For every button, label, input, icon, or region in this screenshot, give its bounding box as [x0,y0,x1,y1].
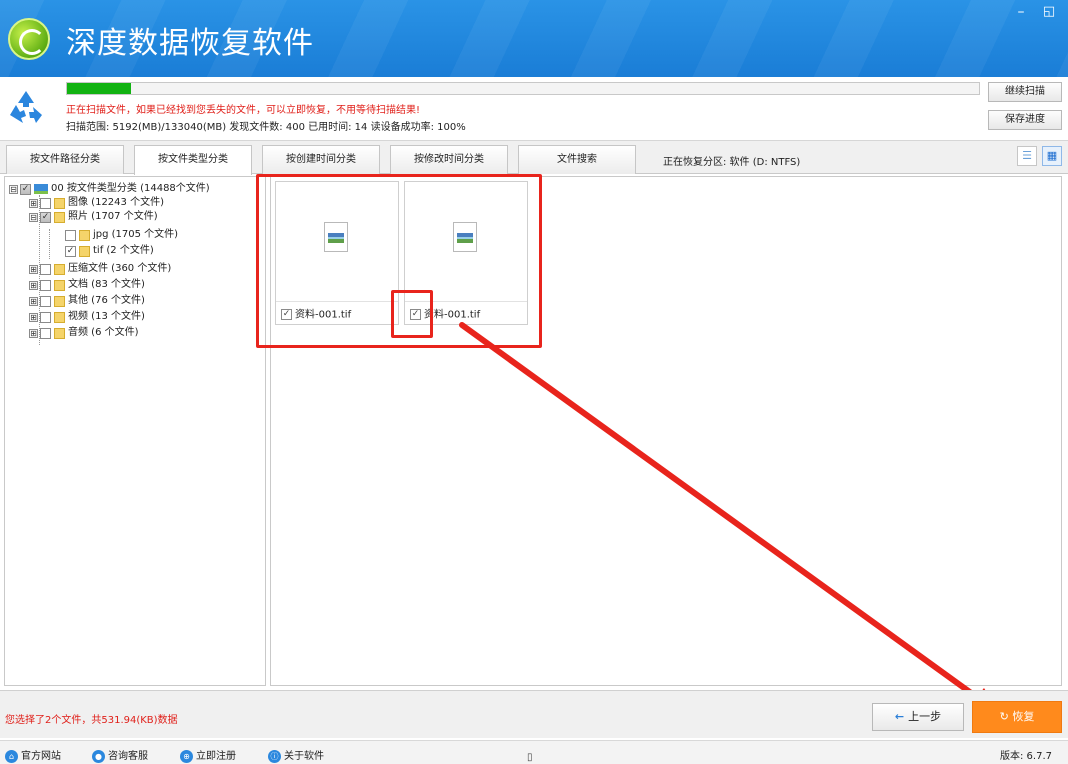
customer-service-link[interactable]: ● 咨询客服 [92,747,148,763]
refresh-icon: ↻ [999,710,1009,723]
partition-label: 正在恢复分区: 软件 (D: NTFS) [663,157,801,168]
tree-checkbox[interactable] [40,279,51,291]
tree-checkbox[interactable]: ✓ [65,245,76,257]
chat-icon: ● [92,749,105,763]
tree-checkbox[interactable] [65,229,76,241]
official-site-label: 官方网站 [21,751,61,762]
folder-icon [54,279,65,291]
collapse-icon[interactable]: ⊟ [29,212,38,222]
recycle-icon [10,91,42,123]
tree-node-label: 压缩文件 (360 个文件) [68,263,172,274]
folder-icon [79,229,90,241]
tree-node-label: 图像 (12243 个文件) [68,197,164,208]
register-icon: ⊕ [180,749,193,763]
tree-node-label: jpg (1705 个文件) [93,229,179,240]
selection-summary: 您选择了2个文件，共531.94(KB)数据 [5,715,178,726]
tree-node-tif[interactable]: ✓ tif (2 个文件) [65,245,154,257]
tree-node-images[interactable]: ⊞ 图像 (12243 个文件) [29,197,164,209]
placeholder-glyph: ▯ [527,752,533,763]
about-label: 关于软件 [284,751,324,762]
folder-icon [54,197,65,209]
customer-service-label: 咨询客服 [108,751,148,762]
restore-button[interactable]: ◱ [1040,4,1058,19]
grid-view-icon[interactable]: ▦ [1042,146,1062,166]
tree-node-label: 照片 (1707 个文件) [68,211,158,222]
tree-node-label: tif (2 个文件) [93,245,154,256]
recover-label: 恢复 [1012,710,1035,723]
expand-icon[interactable]: ⊞ [29,264,38,274]
continue-scan-button[interactable]: 继续扫描 [988,82,1062,102]
action-bar: 您选择了2个文件，共531.94(KB)数据 ← 上一步 ↻ 恢复 [0,690,1068,738]
register-link[interactable]: ⊕ 立即注册 [180,747,236,763]
tree-node-videos[interactable]: ⊞ 视频 (13 个文件) [29,311,145,323]
folder-icon [54,211,65,223]
tree-checkbox[interactable] [40,311,51,323]
tree-guide-line [49,229,50,259]
info-icon: ⓘ [268,749,281,763]
folder-icon [54,327,65,339]
tab-by-modified[interactable]: 按修改时间分类 [390,145,508,174]
expand-icon[interactable]: ⊞ [29,296,38,306]
tab-by-type[interactable]: 按文件类型分类 [134,145,252,175]
register-label: 立即注册 [196,751,236,762]
app-title: 深度数据恢复软件 [66,26,314,61]
tree-node-jpg[interactable]: jpg (1705 个文件) [65,229,178,241]
tab-file-search[interactable]: 文件搜索 [518,145,636,174]
tree-node-audio[interactable]: ⊞ 音频 (6 个文件) [29,327,139,339]
tree-node-label: 00 按文件类型分类 (14488个文件) [51,183,210,194]
scan-stats-text: 扫描范围: 5192(MB)/133040(MB) 发现文件数: 400 已用时… [66,122,466,133]
scan-progress-fill [67,83,131,94]
tree-node-archives[interactable]: ⊞ 压缩文件 (360 个文件) [29,263,171,275]
folder-icon [54,295,65,307]
scan-hint-text: 正在扫描文件，如果已经找到您丢失的文件，可以立即恢复，不用等待扫描结果! [66,105,421,116]
official-site-link[interactable]: ⌂ 官方网站 [5,747,61,763]
scan-status-panel: 正在扫描文件，如果已经找到您丢失的文件，可以立即恢复，不用等待扫描结果! 扫描范… [0,77,1068,141]
folder-icon [54,311,65,323]
tree-checkbox[interactable] [40,327,51,339]
title-bar: 深度数据恢复软件 – ◱ [0,0,1068,77]
expand-icon[interactable]: ⊞ [29,312,38,322]
previous-step-button[interactable]: ← 上一步 [872,703,964,731]
tab-by-created[interactable]: 按创建时间分类 [262,145,380,174]
expand-icon[interactable]: ⊞ [29,280,38,290]
tab-by-path[interactable]: 按文件路径分类 [6,145,124,174]
folder-icon [79,245,90,257]
highlight-box-checkbox [391,290,433,338]
footer-bar: ⌂ 官方网站 ● 咨询客服 ⊕ 立即注册 ⓘ 关于软件 版本: 6.7.7 [0,740,1068,764]
previous-step-label: 上一步 [908,710,942,723]
tree-node-root[interactable]: ⊟ ✓ 00 按文件类型分类 (14488个文件) [9,183,210,195]
expand-icon[interactable]: ⊞ [29,328,38,338]
list-view-icon[interactable]: ☰ [1017,146,1037,166]
drive-icon [34,184,48,194]
category-tab-bar: 按文件路径分类 按文件类型分类 按创建时间分类 按修改时间分类 文件搜索 正在恢… [0,141,1068,175]
tree-checkbox[interactable]: ✓ [20,183,31,195]
back-arrow-icon: ← [894,710,905,723]
tree-node-label: 音频 (6 个文件) [68,327,139,338]
home-icon: ⌂ [5,749,18,763]
app-logo-icon [8,18,50,60]
tree-node-documents[interactable]: ⊞ 文档 (83 个文件) [29,279,145,291]
category-tree: ⊟ ✓ 00 按文件类型分类 (14488个文件) ⊞ 图像 (12243 个文件) … [4,176,266,686]
scan-progress-bar [66,82,980,95]
tree-node-photos[interactable]: ⊟ ✓ 照片 (1707 个文件) [29,211,158,223]
expand-icon[interactable]: ⊞ [29,198,38,208]
about-link[interactable]: ⓘ 关于软件 [268,747,324,763]
tree-checkbox[interactable]: ✓ [40,211,51,223]
tree-checkbox[interactable] [40,295,51,307]
collapse-icon[interactable]: ⊟ [9,184,18,194]
tree-checkbox[interactable] [40,197,51,209]
tree-node-label: 视频 (13 个文件) [68,311,145,322]
version-text: 版本: 6.7.7 [1000,751,1052,762]
minimize-button[interactable]: – [1012,4,1030,20]
save-progress-button[interactable]: 保存进度 [988,110,1062,130]
tree-checkbox[interactable] [40,263,51,275]
folder-icon [54,263,65,275]
recover-button[interactable]: ↻ 恢复 [972,701,1062,733]
tree-node-other[interactable]: ⊞ 其他 (76 个文件) [29,295,145,307]
tree-node-label: 其他 (76 个文件) [68,295,145,306]
tree-node-label: 文档 (83 个文件) [68,279,145,290]
